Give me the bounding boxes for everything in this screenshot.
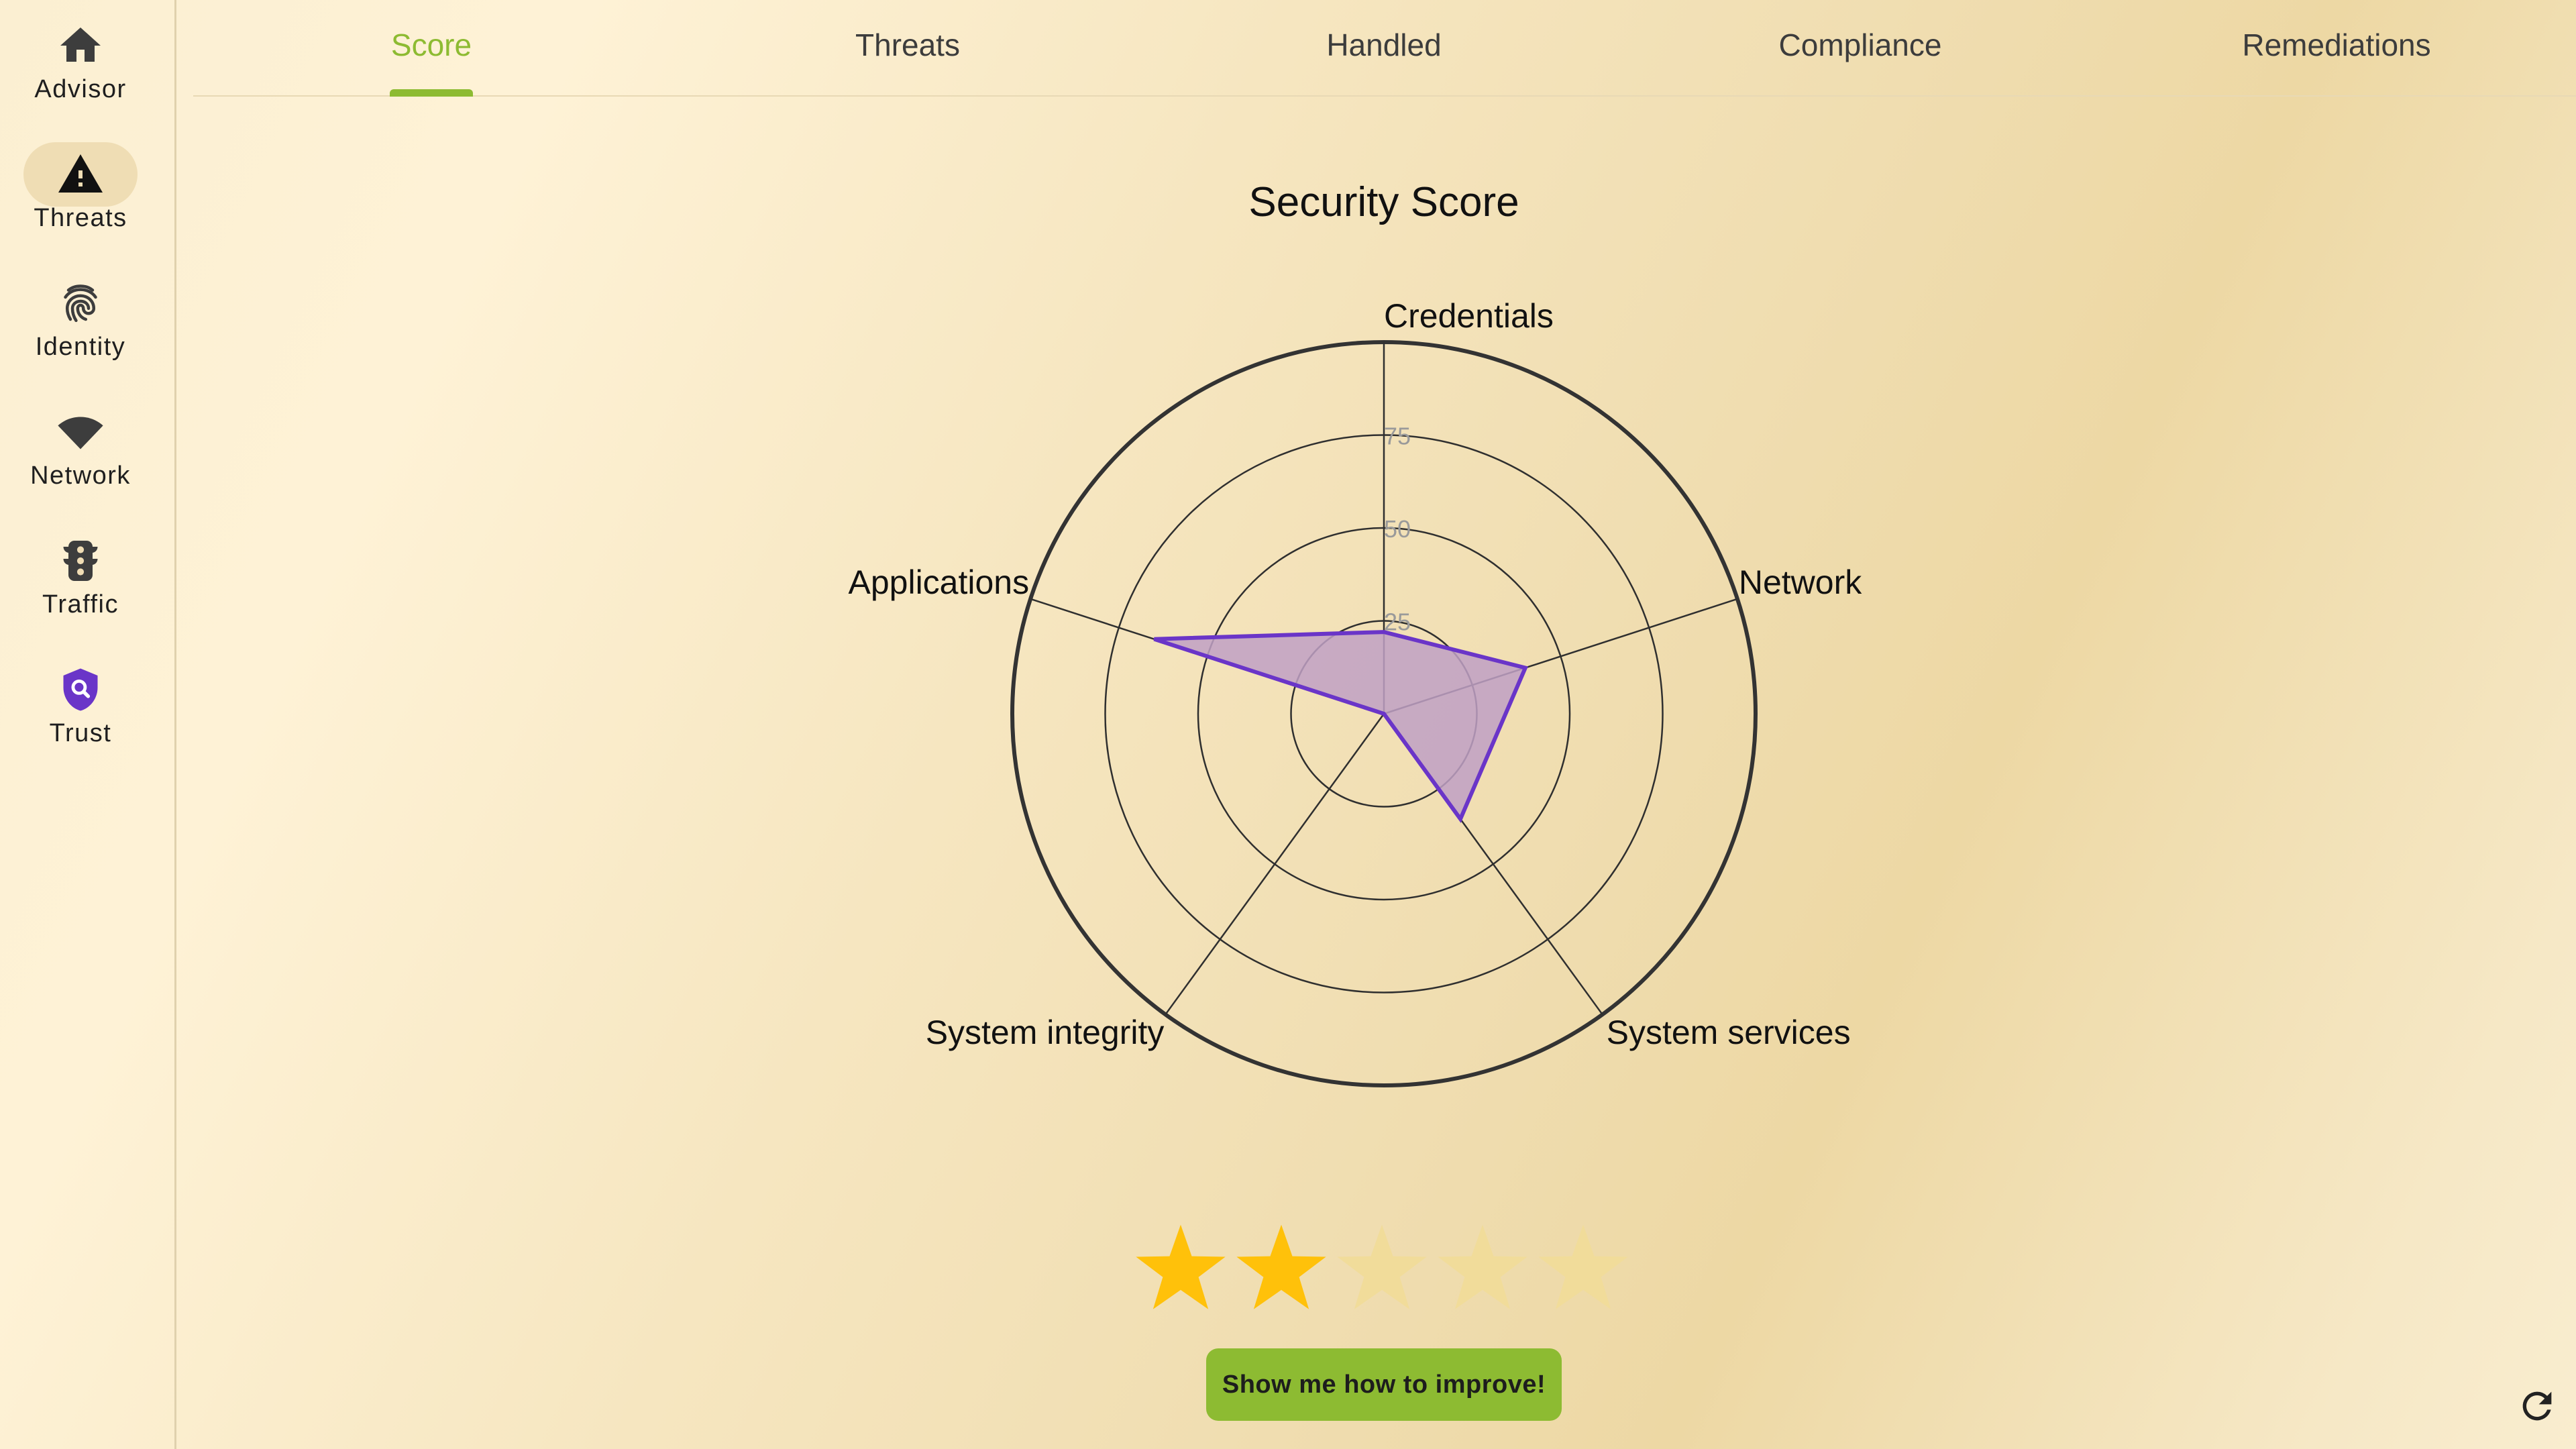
radar-axis-label: Applications — [849, 564, 1030, 601]
radar-data-point — [1153, 638, 1155, 640]
security-rating-stars — [1134, 1221, 1644, 1315]
radar-series-area — [1153, 630, 1528, 823]
star-filled-icon — [1134, 1221, 1228, 1315]
radar-tick-label: 75 — [1384, 423, 1411, 450]
star-filled-icon — [1234, 1221, 1328, 1315]
radar-axis-label: Credentials — [1384, 297, 1554, 335]
radar-axis-label: Network — [1739, 564, 1862, 601]
radar-data-point — [1459, 818, 1461, 820]
radar-data-point — [1524, 667, 1526, 669]
radar-axis-label: System integrity — [926, 1014, 1165, 1051]
star-empty-icon — [1436, 1221, 1529, 1315]
radar-tick-label: 50 — [1384, 515, 1411, 543]
star-empty-icon — [1335, 1221, 1429, 1315]
star-empty-icon — [1536, 1221, 1630, 1315]
improve-button[interactable]: Show me how to improve! — [1206, 1348, 1562, 1421]
radar-data-point — [1383, 631, 1385, 633]
radar-data-point — [1383, 713, 1385, 714]
chart-title: Security Score — [1248, 179, 1519, 225]
radar-axis-label: System services — [1607, 1014, 1851, 1051]
refresh-icon[interactable] — [2516, 1385, 2559, 1428]
